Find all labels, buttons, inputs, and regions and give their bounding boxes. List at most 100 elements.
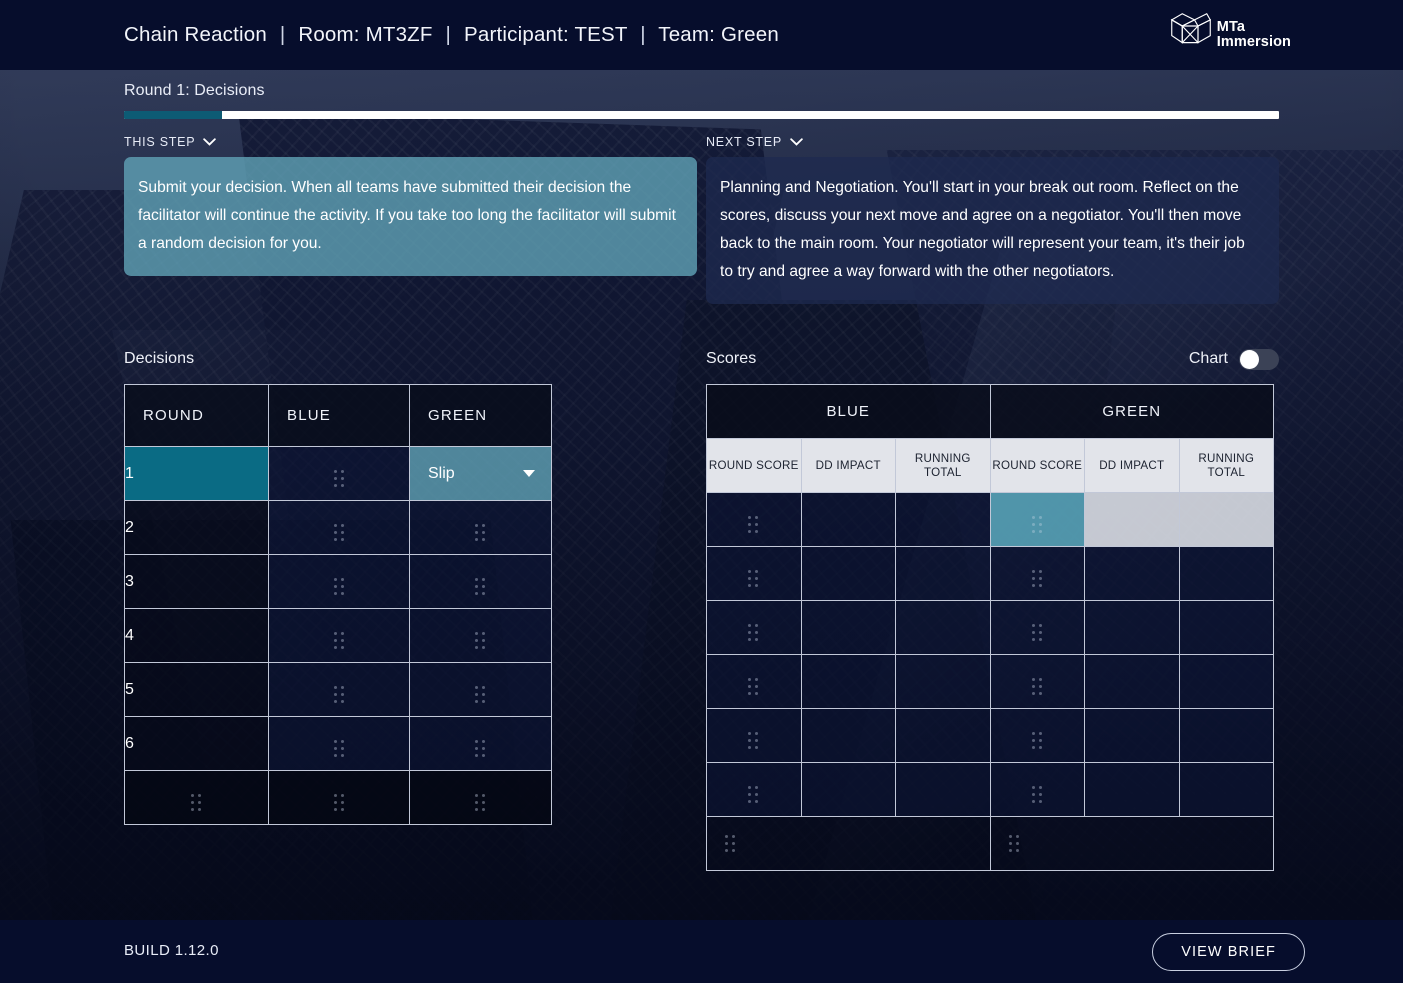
decisions-round-cell: 1 bbox=[124, 446, 269, 501]
scores-green-round-score bbox=[989, 492, 1086, 547]
scores-header: Scores Chart bbox=[706, 348, 1279, 370]
decisions-green-cell bbox=[409, 608, 552, 663]
decisions-row: 2 bbox=[124, 500, 552, 555]
decision-select[interactable]: Slip bbox=[428, 465, 537, 483]
scores-team-header-row: BLUE GREEN bbox=[706, 384, 1275, 439]
decisions-row: 3 bbox=[124, 554, 552, 609]
decisions-body: 1 Slip 2 3 4 5 6 bbox=[124, 446, 552, 825]
scores-blue-dd-impact bbox=[800, 492, 896, 547]
scores-col-blue-dd-impact: DD IMPACT bbox=[800, 438, 896, 493]
decisions-header: Decisions bbox=[124, 348, 697, 370]
breadcrumb-separator: | bbox=[279, 23, 286, 46]
decisions-round-cell: 6 bbox=[124, 716, 269, 771]
decision-select-value: Slip bbox=[428, 464, 455, 482]
scores-blue-dd-impact bbox=[800, 600, 896, 655]
scores-blue-dd-impact bbox=[800, 708, 896, 763]
decisions-round-cell: 2 bbox=[124, 500, 269, 555]
empty-cell-placeholder-icon bbox=[475, 793, 486, 812]
tables-region: Decisions ROUND BLUE GREEN 1 Slip 2 3 4 5 6 bbox=[124, 348, 1279, 871]
empty-cell-placeholder-icon bbox=[191, 793, 202, 812]
decisions-green-cell bbox=[409, 716, 552, 771]
scores-row bbox=[706, 708, 1275, 763]
scores-green-round-score bbox=[989, 546, 1086, 601]
next-step-text: Planning and Negotiation. You'll start i… bbox=[706, 157, 1279, 304]
decisions-col-round: ROUND bbox=[124, 384, 269, 447]
decisions-header-row: ROUND BLUE GREEN bbox=[124, 384, 552, 447]
empty-cell-placeholder-icon bbox=[1031, 515, 1043, 534]
breadcrumb-separator: | bbox=[640, 23, 646, 46]
scores-green-dd-impact bbox=[1084, 600, 1180, 655]
scores-blue-running-total bbox=[895, 654, 991, 709]
scores-col-green-running-total: RUNNING TOTAL bbox=[1178, 438, 1275, 493]
chevron-down-icon bbox=[790, 138, 803, 146]
footer-bar: BUILD 1.12.0 VIEW BRIEF bbox=[0, 920, 1403, 983]
decisions-col-green: GREEN bbox=[409, 384, 552, 447]
empty-cell-placeholder-icon bbox=[1008, 834, 1020, 853]
empty-cell-placeholder-icon bbox=[748, 515, 759, 534]
scores-row bbox=[706, 492, 1275, 547]
chart-toggle-label: Chart bbox=[1188, 350, 1228, 367]
scores-blue-round-score bbox=[706, 546, 802, 601]
next-step-heading: NEXT STEP bbox=[706, 135, 782, 149]
scores-title: Scores bbox=[706, 350, 757, 367]
empty-cell-placeholder-icon bbox=[333, 523, 345, 542]
decisions-blue-cell bbox=[268, 554, 410, 609]
decisions-row bbox=[124, 770, 552, 825]
scores-row bbox=[706, 762, 1275, 817]
scores-team-blue: BLUE bbox=[706, 384, 991, 439]
next-step-toggle[interactable]: NEXT STEP bbox=[706, 135, 1279, 149]
empty-cell-placeholder-icon bbox=[748, 731, 759, 750]
scores-section: Scores Chart BLUE GREEN ROUND SCORE DD I… bbox=[706, 348, 1279, 871]
decisions-green-cell bbox=[409, 500, 552, 555]
decisions-col-blue: BLUE bbox=[268, 384, 410, 447]
scores-green-running-total bbox=[1178, 600, 1275, 655]
this-step-toggle[interactable]: THIS STEP bbox=[124, 135, 697, 149]
scores-blue-round-score bbox=[706, 600, 802, 655]
scores-total-green-content bbox=[991, 834, 1274, 853]
empty-cell-placeholder-icon bbox=[475, 685, 486, 704]
empty-cell-placeholder-icon bbox=[748, 623, 759, 642]
chart-toggle-group[interactable]: Chart bbox=[1188, 348, 1279, 370]
scores-total-green bbox=[989, 816, 1275, 871]
scores-blue-dd-impact bbox=[800, 762, 896, 817]
scores-green-round-score bbox=[989, 654, 1086, 709]
scores-row bbox=[706, 546, 1275, 601]
scores-col-blue-running-total: RUNNING TOTAL bbox=[895, 438, 991, 493]
scores-green-running-total bbox=[1178, 546, 1275, 601]
decisions-section: Decisions ROUND BLUE GREEN 1 Slip 2 3 4 5 6 bbox=[124, 348, 697, 871]
scores-green-dd-impact bbox=[1084, 546, 1180, 601]
empty-cell-placeholder-icon bbox=[1031, 677, 1043, 696]
this-step-heading: THIS STEP bbox=[124, 135, 196, 149]
decisions-green-cell bbox=[409, 662, 552, 717]
scores-blue-round-score bbox=[706, 708, 802, 763]
step-panels: THIS STEP Submit your decision. When all… bbox=[124, 135, 1279, 304]
round-title: Round 1: Decisions bbox=[124, 82, 265, 99]
chart-toggle-switch[interactable] bbox=[1239, 348, 1279, 370]
this-step-text: Submit your decision. When all teams hav… bbox=[124, 157, 697, 276]
scores-blue-round-score bbox=[706, 762, 802, 817]
decisions-row: 1 Slip bbox=[124, 446, 552, 501]
empty-cell-placeholder-icon bbox=[725, 834, 736, 853]
scores-blue-round-score bbox=[706, 492, 802, 547]
scores-body bbox=[706, 492, 1275, 871]
brand-line-2: Immersion bbox=[1216, 34, 1291, 50]
scores-blue-dd-impact bbox=[800, 546, 896, 601]
scores-green-dd-impact bbox=[1084, 762, 1180, 817]
app-title: Chain Reaction bbox=[124, 23, 267, 46]
decisions-table: ROUND BLUE GREEN 1 Slip 2 3 4 5 6 bbox=[124, 384, 552, 825]
scores-green-round-score bbox=[989, 762, 1086, 817]
scores-blue-running-total bbox=[895, 492, 991, 547]
decisions-title: Decisions bbox=[124, 350, 195, 367]
brand-logo: MTa Immersion bbox=[1170, 11, 1291, 55]
chart-toggle-knob bbox=[1240, 349, 1259, 369]
view-brief-button[interactable]: VIEW BRIEF bbox=[1152, 933, 1305, 971]
round-progress-fill bbox=[124, 111, 223, 119]
next-step-panel: NEXT STEP Planning and Negotiation. You'… bbox=[706, 135, 1279, 304]
scores-green-round-score bbox=[989, 600, 1086, 655]
empty-cell-placeholder-icon bbox=[333, 577, 345, 596]
decisions-green-cell bbox=[409, 770, 552, 825]
decisions-row: 6 bbox=[124, 716, 552, 771]
scores-total-blue bbox=[706, 816, 991, 871]
decisions-green-cell[interactable]: Slip bbox=[409, 446, 552, 501]
page-root: Round 1: Decisions THIS STEP Submit your… bbox=[0, 0, 1403, 983]
